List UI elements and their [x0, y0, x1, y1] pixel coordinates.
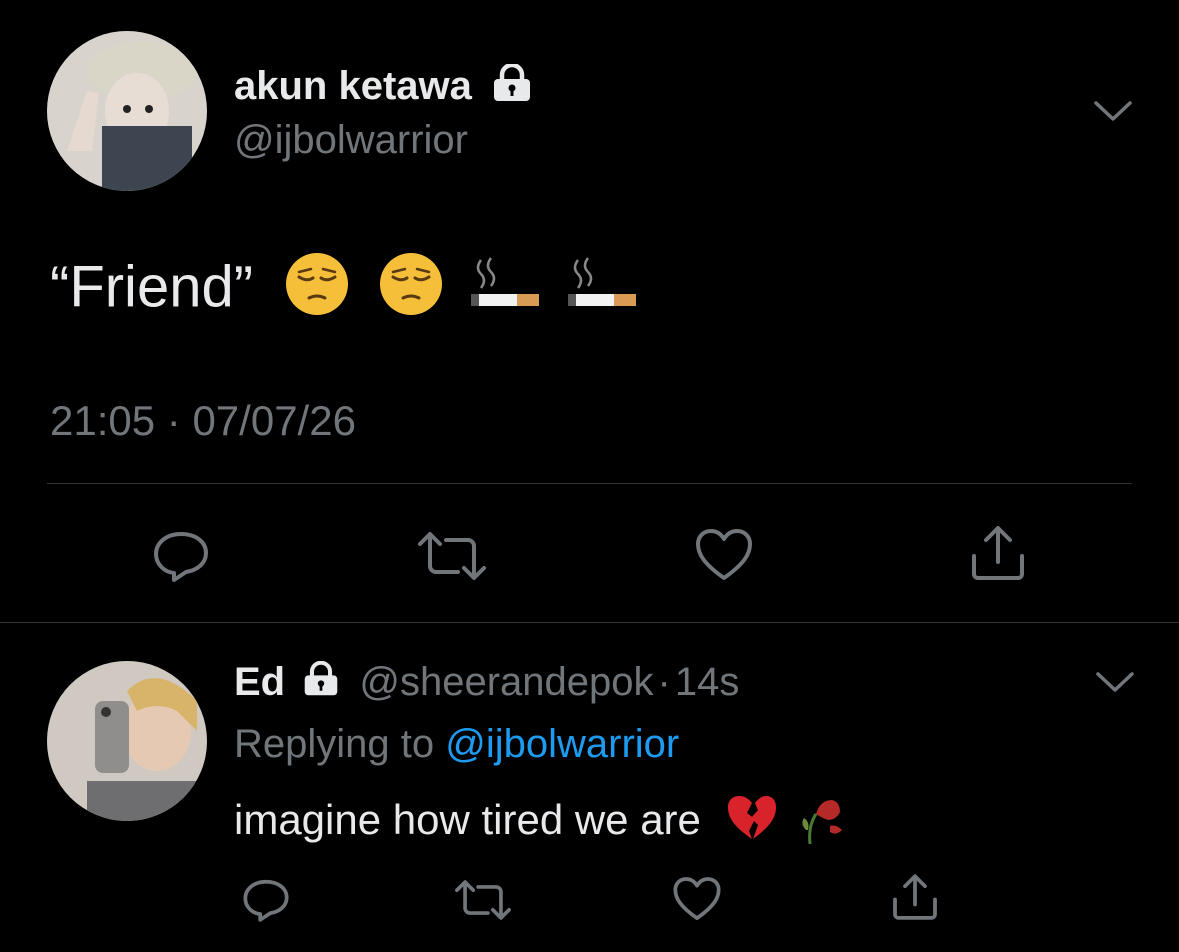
- reply-icon[interactable]: [152, 530, 210, 582]
- reply-separator: ·: [657, 660, 671, 704]
- pensive-face-icon: [377, 250, 445, 332]
- reply-header: Ed @sheerandepok · 14s: [234, 660, 739, 707]
- replying-to-handle-link[interactable]: @ijbolwarrior: [445, 722, 679, 766]
- main-handle[interactable]: @ijbolwarrior: [234, 118, 468, 163]
- reply-avatar[interactable]: [47, 661, 207, 821]
- main-display-name-text: akun ketawa: [234, 64, 472, 108]
- avatar-image: [47, 31, 207, 191]
- main-tweet-quote: “Friend”: [50, 254, 254, 320]
- reply-text-body: imagine how tired we are: [234, 796, 701, 844]
- retweet-icon[interactable]: [452, 878, 514, 922]
- share-icon[interactable]: [968, 524, 1028, 582]
- like-icon[interactable]: [672, 876, 722, 922]
- main-tweet-text: “Friend”: [50, 250, 640, 332]
- main-display-name[interactable]: akun ketawa: [234, 63, 533, 112]
- reply-text: imagine how tired we are: [234, 790, 850, 856]
- timestamp-separator: ·: [166, 397, 181, 444]
- chevron-down-icon[interactable]: [1092, 97, 1134, 125]
- wilted-flower-icon: [796, 790, 850, 856]
- cigarette-icon: [564, 250, 640, 332]
- avatar-image: [47, 661, 207, 821]
- main-date: 07/07/26: [192, 397, 356, 444]
- lock-icon: [491, 63, 533, 112]
- like-icon[interactable]: [694, 528, 754, 582]
- lock-icon: [302, 661, 340, 707]
- cigarette-icon: [467, 250, 543, 332]
- divider-bottom: [0, 622, 1179, 623]
- retweet-icon[interactable]: [414, 530, 490, 582]
- share-icon[interactable]: [890, 872, 940, 922]
- main-timestamp: 21:05 · 07/07/26: [50, 397, 356, 445]
- replying-to-line: Replying to @ijbolwarrior: [234, 722, 679, 767]
- replying-to-label: Replying to: [234, 722, 435, 766]
- divider-top: [47, 483, 1132, 484]
- main-avatar[interactable]: [47, 31, 207, 191]
- reply-icon[interactable]: [242, 878, 290, 922]
- chevron-down-icon[interactable]: [1094, 668, 1136, 696]
- main-time: 21:05: [50, 397, 156, 444]
- reply-display-name[interactable]: Ed: [234, 660, 285, 704]
- pensive-face-icon: [283, 250, 351, 332]
- broken-heart-icon: [725, 793, 779, 853]
- reply-age: 14s: [674, 660, 740, 704]
- reply-handle[interactable]: @sheerandepok: [359, 660, 653, 704]
